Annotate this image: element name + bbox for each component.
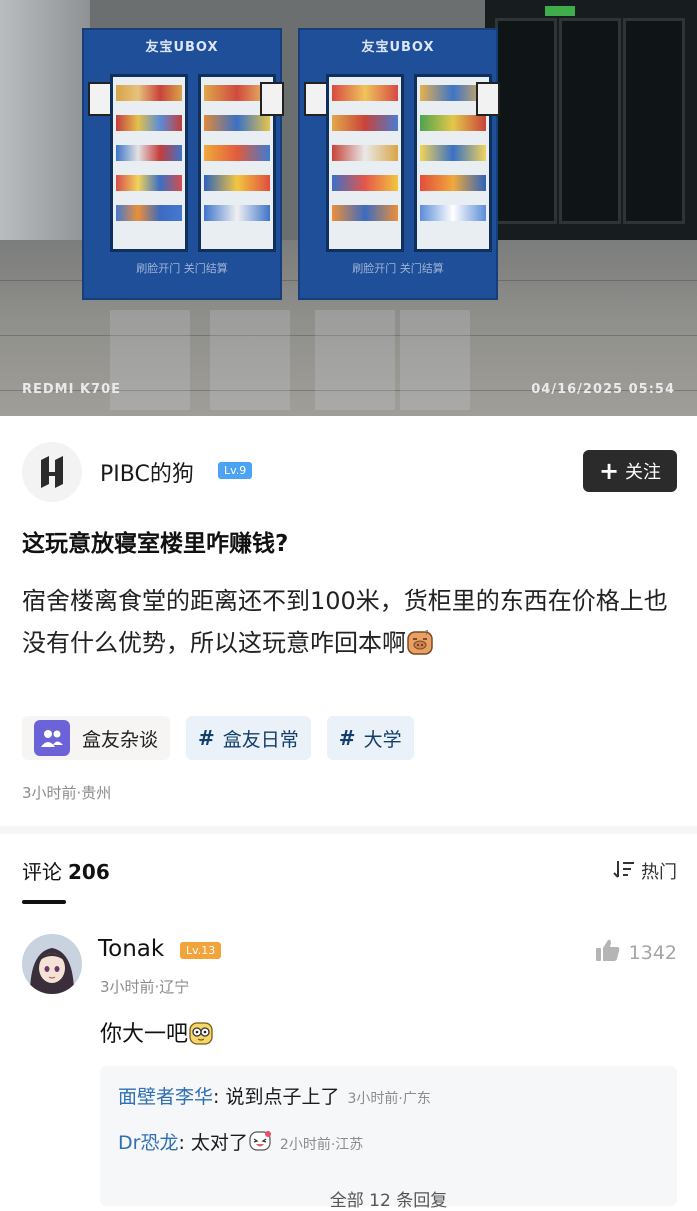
thumbs-up-icon <box>595 938 621 967</box>
brand-logo-icon[interactable] <box>22 442 82 502</box>
tag-label: 盒友日常 <box>222 728 299 751</box>
author-level-badge: Lv.9 <box>218 462 253 479</box>
tag-list: 盒友杂谈 # 盒友日常 # 大学 <box>22 716 414 760</box>
follow-label: 关注 <box>625 462 662 483</box>
reply-text: 说到点子上了 <box>225 1086 340 1108</box>
sort-label: 热门 <box>641 862 677 883</box>
reply-item[interactable]: 面壁者李华: 说到点子上了 3小时前·广东 <box>118 1082 431 1109</box>
comment-text-content: 你大一吧 <box>100 1022 189 1047</box>
post-body: 宿舍楼离食堂的距离还不到100米，货柜里的东西在价格上也没有什么优势，所以这玩意… <box>22 580 682 664</box>
reply-time: 3小时前·广东 <box>347 1091 431 1107</box>
avatar[interactable] <box>22 934 82 994</box>
photo-exit-sign <box>545 6 575 16</box>
reply-box: 面壁者李华: 说到点子上了 3小时前·广东 Dr恐龙: 太对了 2小时前·江苏 全部… <box>100 1066 677 1211</box>
post-body-text: 宿舍楼离食堂的距离还不到100米，货柜里的东西在价格上也没有什么优势，所以这玩意… <box>22 587 668 657</box>
comment-text: 你大一吧 <box>100 1016 214 1048</box>
view-all-replies-link[interactable]: 全部 12 条回复 <box>100 1186 677 1211</box>
vending-machine-right: 友宝UBOX 刷脸开门 关门结算 <box>298 28 500 300</box>
author-name[interactable]: PIBC的狗 <box>100 456 194 488</box>
machine-door <box>110 74 188 252</box>
vending-machine-left: 友宝UBOX 刷脸开门 关门结算 <box>82 28 284 300</box>
comments-tab[interactable]: 评论 206 <box>22 856 110 885</box>
machine-brand: 友宝UBOX <box>145 40 219 55</box>
machine-screen <box>88 82 112 116</box>
like-count: 1342 <box>628 941 677 964</box>
post-meta: 3小时前·贵州 <box>22 784 112 802</box>
machine-screen <box>304 82 328 116</box>
sort-button[interactable]: 热门 <box>613 858 677 884</box>
active-tab-indicator <box>22 900 66 904</box>
camera-watermark: REDMI K70E <box>22 382 122 397</box>
sort-icon <box>613 859 635 884</box>
comments-count: 206 <box>68 860 110 884</box>
commenter-name[interactable]: Tonak <box>98 936 164 962</box>
reply-text: 太对了 <box>190 1132 248 1154</box>
like-button[interactable]: 1342 <box>595 938 677 967</box>
tag-topic[interactable]: # 盒友日常 <box>186 716 311 760</box>
community-icon <box>34 720 70 756</box>
post-photo[interactable]: 友宝UBOX 刷脸开门 关门结算 友宝UBOX 刷脸开门 关门结算 REDMI … <box>0 0 697 416</box>
glasses-emoji-icon <box>188 1020 214 1046</box>
pig-emoji-icon: ? <box>406 627 434 655</box>
machine-door <box>326 74 404 252</box>
follow-button[interactable]: + 关注 <box>583 450 677 492</box>
machine-foot-text: 刷脸开门 关门结算 <box>352 262 444 275</box>
tag-label: 大学 <box>363 728 402 751</box>
tag-label: 盒友杂谈 <box>82 728 159 751</box>
machine-screen <box>260 82 284 116</box>
comments-title: 评论 <box>22 860 62 884</box>
post-title: 这玩意放寝室楼里咋赚钱? <box>22 531 289 557</box>
machine-foot-text: 刷脸开门 关门结算 <box>136 262 228 275</box>
section-divider <box>0 826 697 834</box>
hashtag-icon: # <box>338 726 356 750</box>
hashtag-icon: # <box>198 726 215 750</box>
photo-glass-doors <box>485 0 697 240</box>
machine-brand: 友宝UBOX <box>361 40 435 55</box>
photo-timestamp: 04/16/2025 05:54 <box>531 382 675 397</box>
svg-text:?: ? <box>425 629 429 637</box>
reply-time: 2小时前·江苏 <box>279 1137 364 1153</box>
author-row: PIBC的狗 Lv.9 + 关注 <box>22 442 677 502</box>
comment-time: 3小时前·辽宁 <box>100 978 190 996</box>
comments-header: 评论 206 热门 <box>22 856 677 904</box>
reply-item[interactable]: Dr恐龙: 太对了 2小时前·江苏 <box>118 1128 363 1155</box>
laughing-emoji-icon <box>248 1129 272 1153</box>
reply-author[interactable]: Dr恐龙 <box>118 1132 178 1154</box>
commenter-level-badge: Lv.13 <box>180 942 222 959</box>
plus-icon: + <box>598 457 620 485</box>
tag-topic[interactable]: # 大学 <box>326 716 414 760</box>
machine-screen <box>476 82 500 116</box>
tag-circle[interactable]: 盒友杂谈 <box>22 716 171 760</box>
reply-author[interactable]: 面壁者李华 <box>118 1086 213 1108</box>
